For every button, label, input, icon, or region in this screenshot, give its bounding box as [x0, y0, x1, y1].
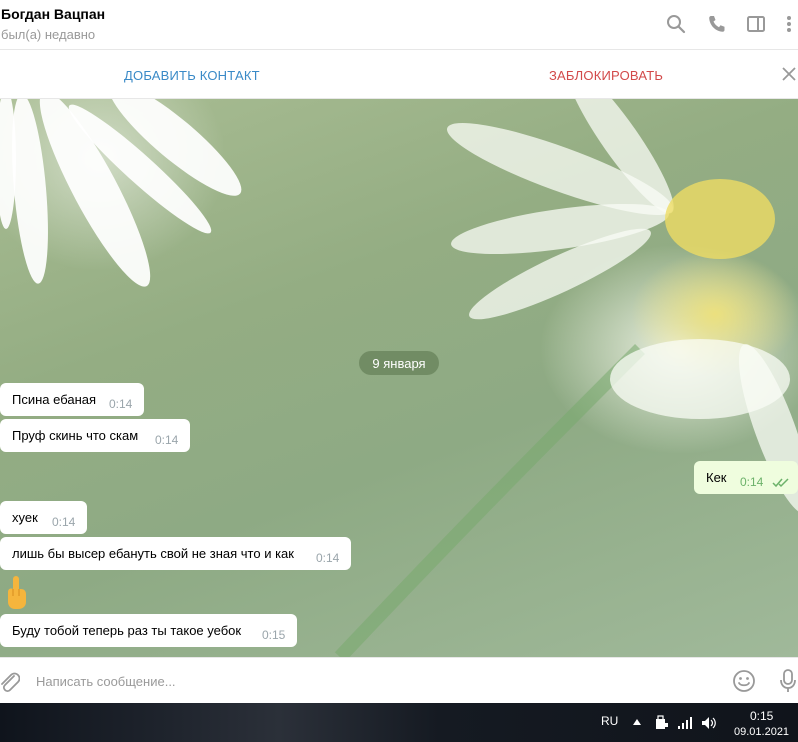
close-icon[interactable]	[780, 65, 798, 83]
message-bubble-outgoing[interactable]: Кек 0:14	[694, 461, 798, 494]
chat-wallpaper	[0, 99, 798, 657]
chat-header: Богдан Вацпан был(а) недавно	[0, 0, 798, 50]
clock-time[interactable]: 0:15	[750, 709, 773, 723]
message-time: 0:14	[316, 551, 340, 565]
message-text: лишь бы высер ебануть свой не зная что и…	[12, 546, 294, 561]
message-time: 0:14	[155, 433, 179, 447]
volume-icon[interactable]	[701, 715, 717, 731]
message-bubble[interactable]: Псина ебаная 0:14	[0, 383, 144, 416]
contact-status: был(а) недавно	[1, 27, 96, 42]
message-time: 0:15	[262, 628, 286, 642]
clock-date[interactable]: 09.01.2021	[734, 726, 789, 738]
message-time: 0:14	[740, 475, 764, 489]
message-composer	[0, 657, 798, 703]
date-separator: 9 января	[359, 351, 439, 375]
message-input[interactable]	[36, 671, 716, 691]
paperclip-icon[interactable]	[0, 669, 20, 693]
message-text: Псина ебаная	[12, 392, 97, 407]
sidebar-panel-icon[interactable]	[745, 13, 767, 35]
message-text: хуек	[12, 510, 38, 525]
message-history[interactable]: 9 января Псина ебаная 0:14 Пруф скинь чт…	[0, 99, 798, 657]
usb-device-icon[interactable]	[653, 715, 669, 731]
emoji-smile-icon[interactable]	[732, 669, 756, 693]
message-bubble[interactable]: Пруф скинь что скам 0:14	[0, 419, 190, 452]
more-vertical-icon[interactable]	[778, 13, 798, 35]
tray-expand-icon[interactable]	[632, 717, 642, 727]
read-checkmarks-icon	[772, 478, 789, 488]
middle-finger-emoji[interactable]	[5, 574, 29, 610]
contact-name[interactable]: Богдан Вацпан	[1, 6, 105, 22]
input-language-indicator[interactable]: RU	[601, 714, 618, 728]
message-bubble[interactable]: хуек 0:14	[0, 501, 87, 534]
add-contact-button[interactable]: ДОБАВИТЬ КОНТАКТ	[124, 68, 260, 83]
message-text: Кек	[706, 470, 727, 485]
message-time: 0:14	[109, 397, 133, 411]
phone-icon[interactable]	[706, 13, 728, 35]
new-contact-actionbar: ДОБАВИТЬ КОНТАКТ ЗАБЛОКИРОВАТЬ	[0, 51, 798, 99]
network-signal-icon[interactable]	[677, 715, 693, 731]
message-text: Пруф скинь что скам	[12, 428, 139, 443]
microphone-icon[interactable]	[778, 668, 798, 694]
message-bubble[interactable]: Буду тобой теперь раз ты такое уебок 0:1…	[0, 614, 297, 647]
message-bubble[interactable]: лишь бы высер ебануть свой не зная что и…	[0, 537, 351, 570]
search-icon[interactable]	[665, 13, 687, 35]
block-user-button[interactable]: ЗАБЛОКИРОВАТЬ	[549, 68, 663, 83]
message-time: 0:14	[52, 515, 76, 529]
os-taskbar: RU 0:15 09.01.2021	[0, 703, 798, 742]
message-text: Буду тобой теперь раз ты такое уебок	[12, 623, 242, 638]
